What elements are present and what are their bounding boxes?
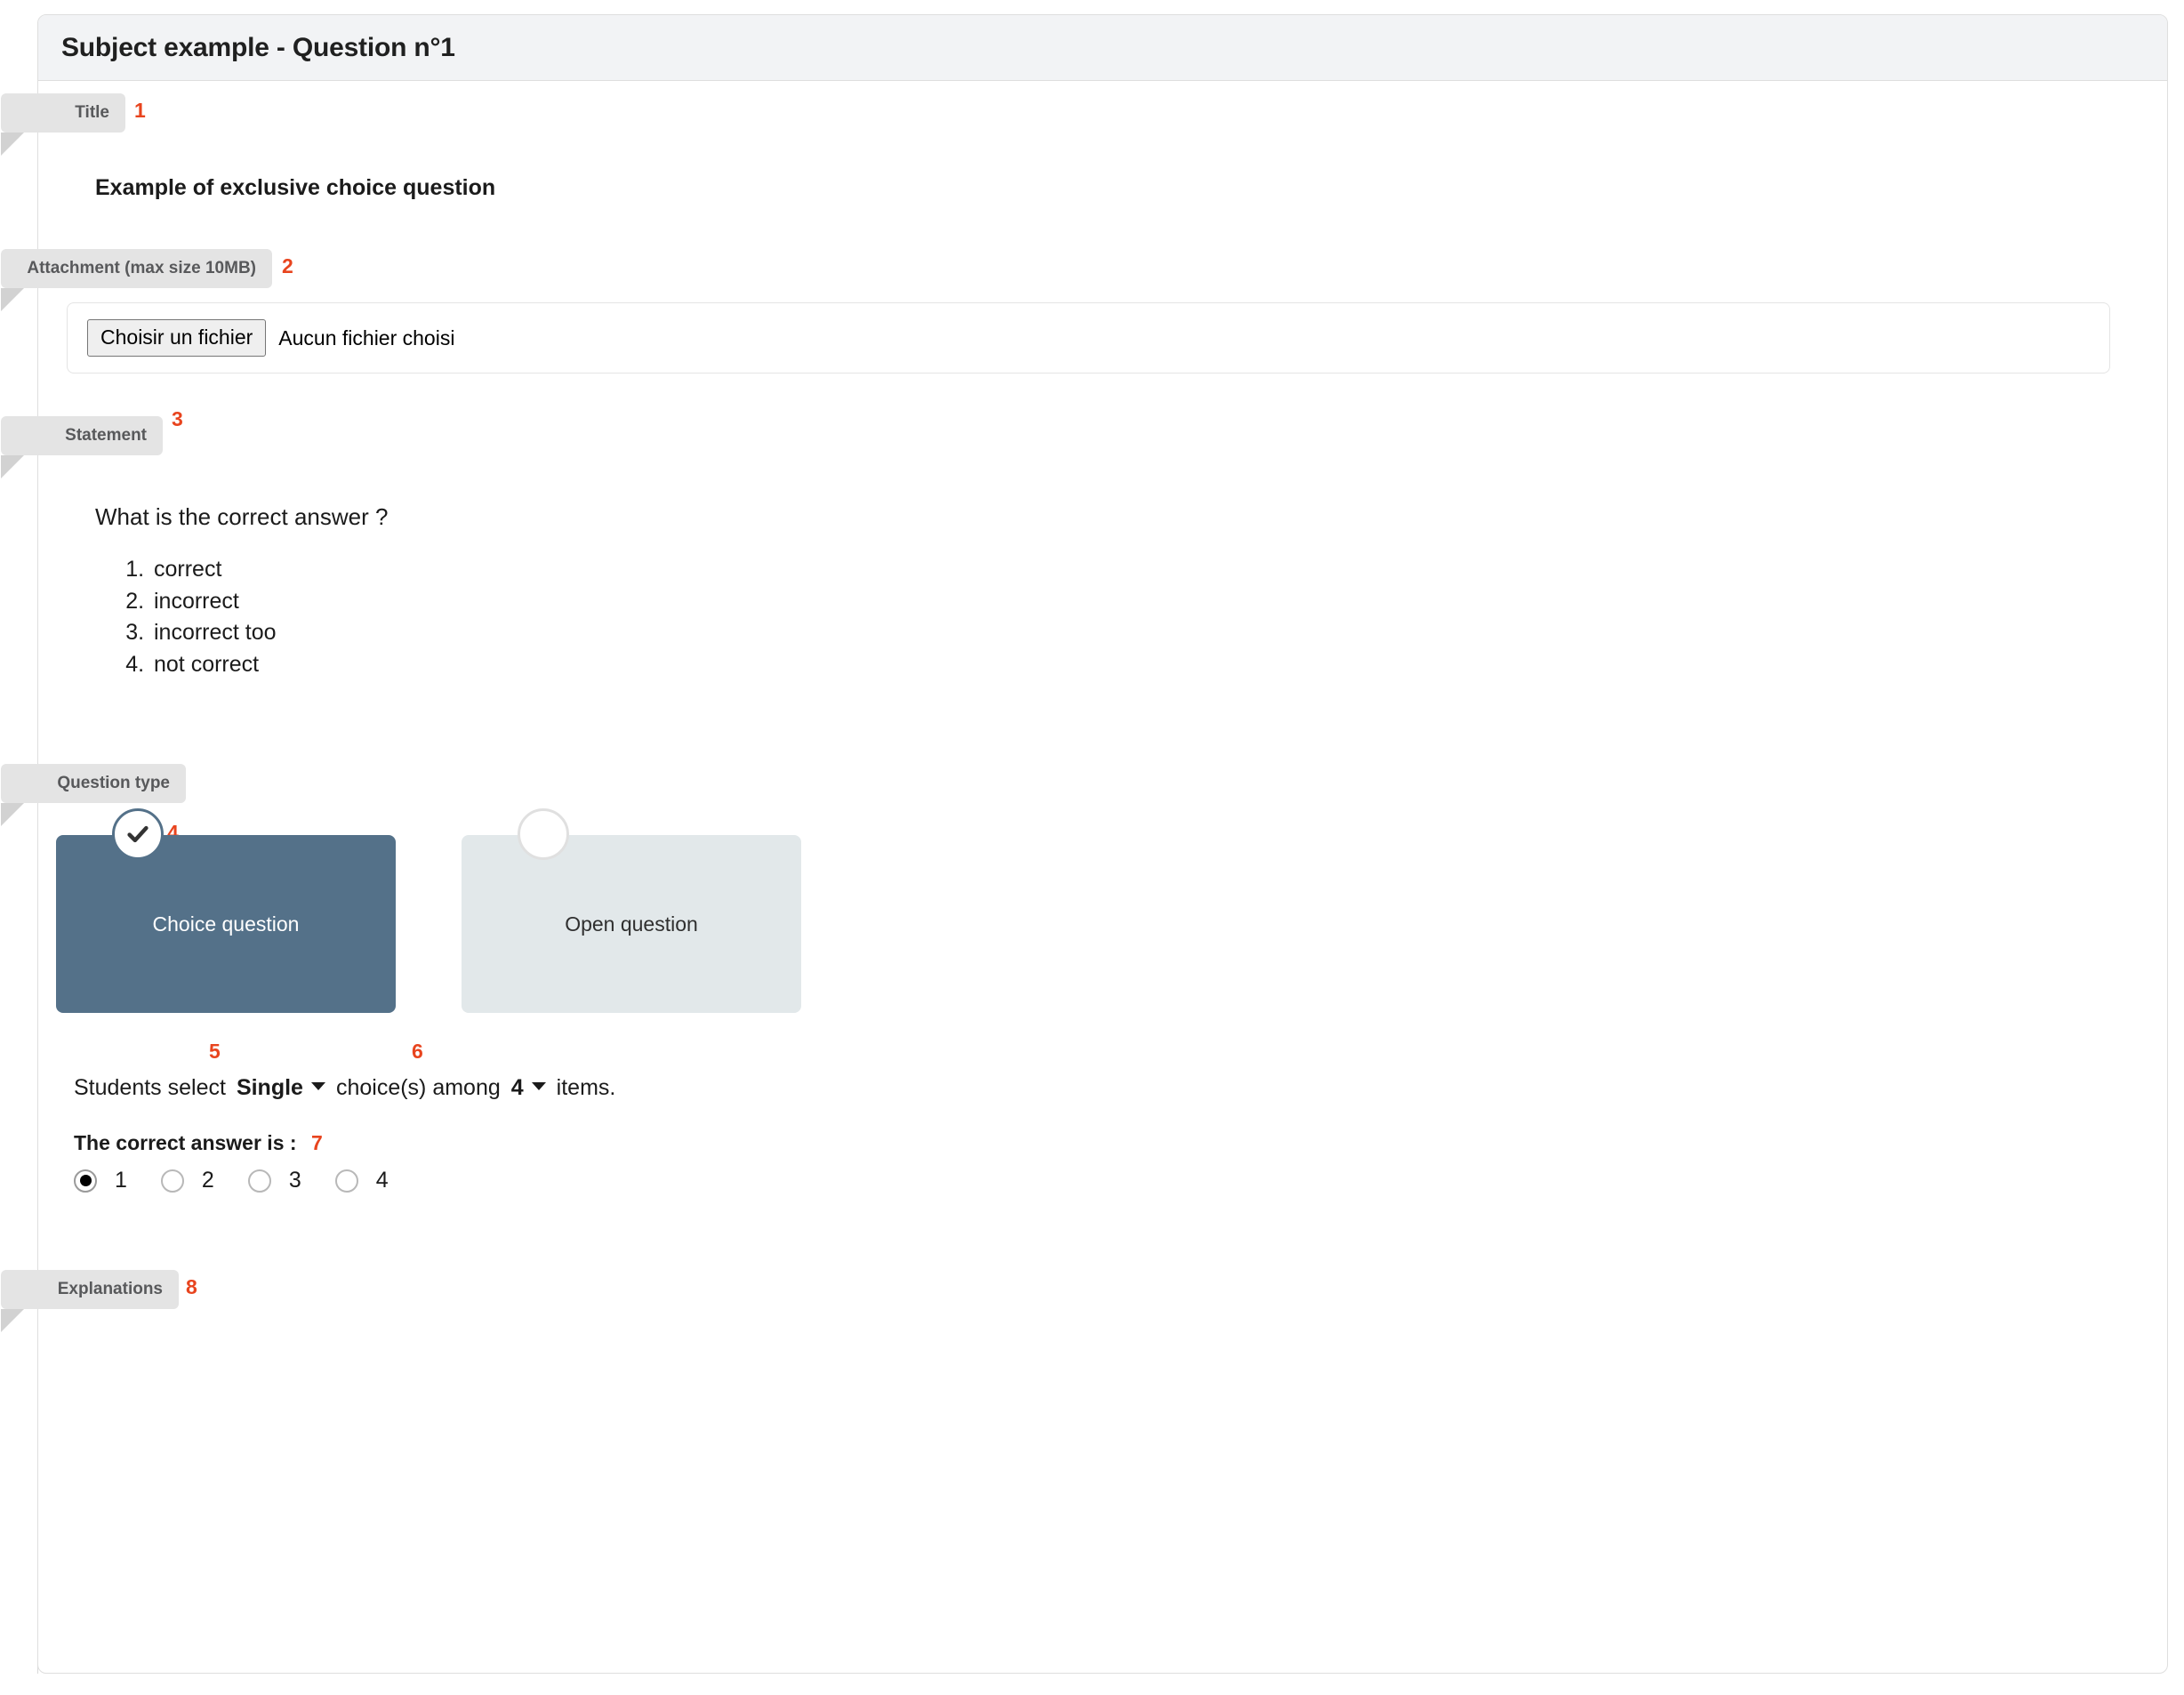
- correct-answer-radio-row: 1 2 3 4: [74, 1168, 2167, 1193]
- question-type-card-open-wrap: Open question: [462, 808, 801, 1013]
- correct-answer-option-2-label: 2: [201, 1168, 214, 1193]
- panel-content: Title 1 Example of exclusive choice ques…: [1, 93, 2167, 1332]
- selection-mode-dropdown[interactable]: Single: [237, 1075, 325, 1101]
- statement-editor[interactable]: What is the correct answer ? correct inc…: [38, 462, 2167, 680]
- badge-question-type-label: Question type: [57, 774, 170, 792]
- choose-file-button[interactable]: Choisir un fichier: [87, 319, 267, 357]
- marker-7: 7: [310, 1131, 323, 1154]
- statement-answer-list: correct incorrect incorrect too not corr…: [95, 554, 2167, 680]
- list-item: correct: [150, 554, 2167, 586]
- chevron-down-icon: [310, 1082, 325, 1090]
- marker-3: 3: [172, 407, 183, 430]
- marker-8: 8: [186, 1275, 197, 1298]
- badge-attachment-fold: [1, 288, 24, 311]
- correct-answer-label-text: The correct answer is :: [74, 1131, 297, 1154]
- badge-statement-label: Statement: [65, 426, 147, 445]
- attachment-file-input[interactable]: Choisir un fichier Aucun fichier choisi: [67, 302, 2110, 374]
- chevron-down-icon: [531, 1082, 546, 1090]
- marker-6: 6: [412, 1040, 423, 1063]
- question-type-card-open[interactable]: Open question: [462, 835, 801, 1013]
- marker-2: 2: [282, 254, 293, 277]
- badge-explanations: Explanations: [1, 1270, 179, 1309]
- check-icon[interactable]: [112, 808, 164, 860]
- badge-title-label: Title: [75, 103, 109, 122]
- correct-answer-label: The correct answer is : 7: [74, 1131, 323, 1155]
- question-editor-panel: Subject example - Question n°1 Title 1 E…: [1, 14, 2168, 1674]
- sentence-prefix: Students select: [74, 1075, 226, 1100]
- badge-attachment-label: Attachment (max size 10MB): [27, 259, 256, 277]
- badge-statement-fold: [1, 455, 24, 478]
- badge-question-type: Question type: [1, 764, 186, 803]
- section-question-type: Question type 4 Choice question Open que…: [1, 764, 2167, 1193]
- badge-title-fold: [1, 133, 24, 156]
- correct-answer-option-1[interactable]: 1: [74, 1168, 127, 1193]
- statement-question: What is the correct answer ?: [95, 503, 389, 530]
- correct-answer-option-3-label: 3: [288, 1168, 301, 1193]
- selection-rule-sentence: Students select Single choice(s) among 4…: [56, 1041, 2167, 1101]
- correct-answer-option-1-label: 1: [115, 1168, 127, 1193]
- question-type-card-choice-wrap: Choice question: [56, 808, 396, 1013]
- empty-circle-icon[interactable]: [518, 808, 569, 860]
- section-title: Title 1 Example of exclusive choice ques…: [1, 93, 2167, 201]
- section-explanations: Explanations 8: [1, 1270, 2167, 1332]
- question-type-card-choice[interactable]: Choice question: [56, 835, 396, 1013]
- radio-icon[interactable]: [74, 1169, 97, 1193]
- file-status-text: Aucun fichier choisi: [278, 325, 455, 349]
- question-type-card-choice-label: Choice question: [152, 912, 300, 936]
- panel-header: Subject example - Question n°1: [38, 15, 2167, 81]
- list-item: not correct: [150, 649, 2167, 681]
- correct-answer-option-4-label: 4: [375, 1168, 389, 1193]
- question-type-card-group: Choice question Open question: [56, 808, 2167, 1013]
- badge-explanations-label: Explanations: [57, 1280, 163, 1298]
- list-item: incorrect too: [150, 617, 2167, 649]
- section-statement: Statement 3 What is the correct answer ?…: [1, 409, 2167, 680]
- correct-answer-option-2[interactable]: 2: [160, 1168, 214, 1193]
- section-attachment: Attachment (max size 10MB) 2 Choisir un …: [1, 249, 2167, 374]
- list-item: incorrect: [150, 586, 2167, 618]
- badge-question-type-fold: [1, 803, 24, 826]
- badge-title: Title: [1, 93, 125, 133]
- correct-answer-group: The correct answer is : 7 1 2 3 4: [56, 1131, 2167, 1193]
- correct-answer-option-3[interactable]: 3: [247, 1168, 301, 1193]
- radio-icon[interactable]: [334, 1169, 358, 1193]
- radio-icon[interactable]: [247, 1169, 271, 1193]
- sentence-suffix: items.: [556, 1075, 616, 1100]
- page-title: Subject example - Question n°1: [61, 32, 455, 62]
- marker-1: 1: [134, 99, 146, 122]
- item-count-value: 4: [510, 1075, 524, 1100]
- question-type-card-open-label: Open question: [565, 912, 698, 936]
- badge-statement: Statement: [1, 416, 163, 455]
- title-value[interactable]: Example of exclusive choice question: [95, 175, 2167, 201]
- item-count-dropdown[interactable]: 4: [511, 1075, 546, 1101]
- marker-5: 5: [209, 1040, 221, 1063]
- radio-icon[interactable]: [160, 1169, 184, 1193]
- selection-mode-value: Single: [236, 1075, 303, 1100]
- badge-explanations-fold: [1, 1309, 24, 1332]
- badge-attachment: Attachment (max size 10MB): [1, 249, 272, 288]
- correct-answer-option-4[interactable]: 4: [334, 1168, 389, 1193]
- sentence-middle: choice(s) among: [335, 1075, 501, 1100]
